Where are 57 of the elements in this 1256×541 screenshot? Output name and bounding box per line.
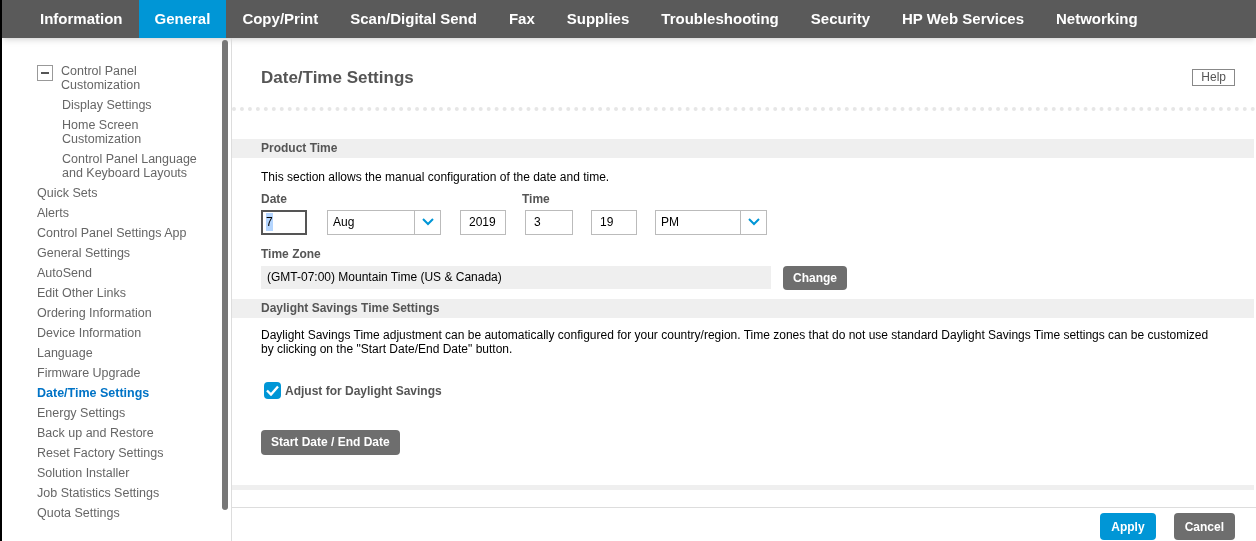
chevron-down-icon bbox=[421, 218, 434, 226]
sidebar-item[interactable]: Firmware Upgrade bbox=[37, 366, 141, 380]
sidebar-item[interactable]: Control Panel Settings App bbox=[37, 226, 187, 240]
nav-tab[interactable]: Troubleshooting bbox=[645, 0, 795, 38]
nav-tab[interactable]: Networking bbox=[1040, 0, 1154, 38]
sidebar-item[interactable]: Display Settings bbox=[62, 98, 152, 112]
section-header: Product Time bbox=[232, 138, 1254, 158]
nav-tab[interactable]: Information bbox=[24, 0, 139, 38]
sidebar-item[interactable]: Language bbox=[37, 346, 93, 360]
nav-tab[interactable]: Copy/Print bbox=[226, 0, 335, 38]
sidebar-item[interactable]: Quick Sets bbox=[37, 186, 98, 200]
sidebar-item[interactable]: Edit Other Links bbox=[37, 286, 126, 300]
field-label: Date bbox=[261, 190, 288, 208]
footer-button[interactable]: Apply bbox=[1100, 513, 1156, 540]
date-time-field[interactable]: 2019 bbox=[460, 209, 506, 235]
date-time-field[interactable]: 3 bbox=[525, 209, 573, 235]
checkbox-label: Adjust for Daylight Savings bbox=[285, 382, 442, 400]
nav-tab[interactable]: Security bbox=[794, 0, 886, 38]
scrollbar[interactable] bbox=[222, 40, 228, 510]
sidebar-item[interactable]: General Settings bbox=[37, 246, 131, 260]
sidebar-item[interactable]: Back up and Restore bbox=[37, 426, 154, 440]
sidebar-item[interactable]: Device Information bbox=[37, 326, 142, 340]
nav-tab[interactable]: Supplies bbox=[550, 0, 646, 38]
collapse-icon[interactable] bbox=[37, 65, 53, 81]
sidebar-item[interactable]: Reset Factory Settings bbox=[37, 446, 164, 460]
sidebar-item[interactable]: Date/Time Settings bbox=[37, 386, 150, 400]
dropdown[interactable]: PM bbox=[655, 209, 767, 235]
checkbox[interactable] bbox=[264, 382, 281, 399]
field-label: Time Zone bbox=[261, 245, 322, 263]
dropdown[interactable]: Aug bbox=[327, 209, 441, 235]
field-label: Time bbox=[522, 190, 550, 208]
date-time-field[interactable]: 19 bbox=[591, 209, 637, 235]
sidebar-item[interactable]: Control Panel Language and Keyboard Layouts bbox=[62, 152, 217, 180]
date-time-field[interactable]: 7 bbox=[261, 209, 307, 235]
section-header: Daylight Savings Time Settings bbox=[232, 298, 1254, 318]
page-title: Date/Time Settings bbox=[261, 67, 414, 89]
description-text: Daylight Savings Time adjustment can be automatically configured for your country/region. Time zones that do not use standard Daylight Savings Time settings can be customized by clicking on the "Start Date/End Date" button. bbox=[261, 327, 1210, 356]
sidebar-item[interactable]: Energy Settings bbox=[37, 406, 126, 420]
chevron-down-icon bbox=[747, 218, 760, 226]
sidebar-item[interactable]: Solution Installer bbox=[37, 466, 130, 480]
footer-button[interactable]: Cancel bbox=[1173, 513, 1235, 540]
nav-tab[interactable]: Scan/Digital Send bbox=[334, 0, 493, 38]
nav-tab[interactable]: HP Web Services bbox=[886, 0, 1040, 38]
sidebar-item[interactable]: Ordering Information bbox=[37, 306, 152, 320]
time-zone-field: (GMT-07:00) Mountain Time (US & Canada) bbox=[261, 266, 771, 289]
sidebar-item[interactable]: Job Statistics Settings bbox=[37, 486, 160, 500]
sidebar-item[interactable]: Alerts bbox=[37, 206, 69, 220]
description-text: This section allows the manual configuration of the date and time. bbox=[261, 168, 611, 186]
start-end-date-button[interactable]: Start Date / End Date bbox=[261, 429, 400, 455]
change-button[interactable]: Change bbox=[783, 265, 847, 290]
sidebar-item[interactable]: Control Panel Customization bbox=[61, 64, 217, 92]
sidebar-item[interactable]: AutoSend bbox=[37, 266, 92, 280]
sidebar-item[interactable]: Quota Settings bbox=[37, 506, 120, 520]
help-button[interactable]: Help bbox=[1192, 69, 1235, 87]
nav-tab[interactable]: General bbox=[138, 0, 227, 38]
sidebar-item[interactable]: Home Screen Customization bbox=[62, 118, 217, 146]
nav-tab[interactable]: Fax bbox=[492, 0, 551, 38]
